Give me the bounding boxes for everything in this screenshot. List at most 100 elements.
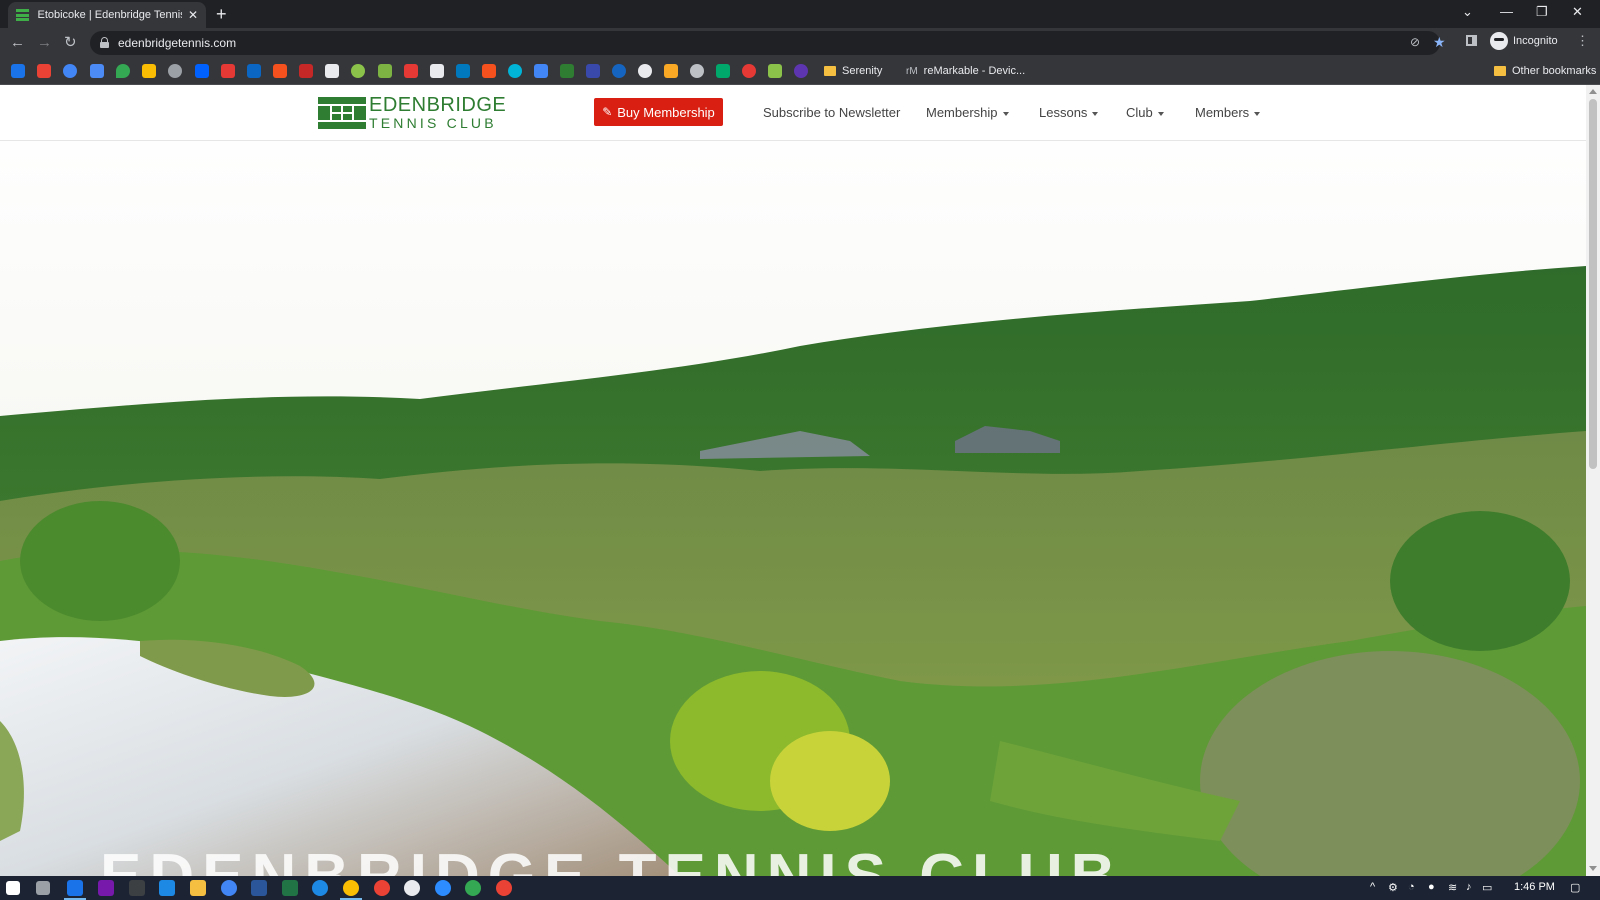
purple-bookmark-icon[interactable] — [794, 64, 808, 78]
volume-icon[interactable]: ♪ — [1466, 881, 1472, 893]
tab-search-icon[interactable]: ⌄ — [1462, 4, 1473, 20]
gmail-bookmark-icon[interactable] — [37, 64, 51, 78]
buy-membership-button[interactable]: ✎ Buy Membership — [594, 98, 723, 126]
logo-title: EDENBRIDGE — [369, 94, 507, 116]
leaf-bookmark-icon[interactable] — [742, 64, 756, 78]
chrome-taskbar-icon[interactable] — [343, 880, 359, 896]
minimize-icon[interactable]: — — [1500, 4, 1513, 19]
forward-icon[interactable]: → — [37, 34, 52, 52]
s-bookmark-icon[interactable] — [482, 64, 496, 78]
calendar-bookmark-icon[interactable] — [90, 64, 104, 78]
microphone-icon[interactable]: ● — [1428, 881, 1435, 893]
drive-bookmark-icon[interactable] — [142, 64, 156, 78]
zoom-taskbar-icon[interactable] — [435, 880, 451, 896]
trello-bookmark-icon[interactable] — [456, 64, 470, 78]
outlook-taskbar-icon[interactable] — [67, 880, 83, 896]
app-taskbar-icon[interactable] — [159, 880, 175, 896]
eye-off-icon[interactable]: ⊘ — [1410, 35, 1420, 49]
scroll-down-arrow-icon[interactable] — [1589, 866, 1597, 871]
nyt-bookmark-icon[interactable] — [690, 64, 704, 78]
url-text[interactable]: edenbridgetennis.com — [118, 36, 236, 50]
site-logo[interactable]: EDENBRIDGE TENNIS CLUB — [318, 95, 506, 130]
nav-subscribe-newsletter[interactable]: Subscribe to Newsletter — [763, 105, 900, 120]
site-navbar: EDENBRIDGE TENNIS CLUB ✎ Buy Membership … — [0, 85, 1586, 141]
scroll-up-arrow-icon[interactable] — [1589, 89, 1597, 94]
page-scrollbar[interactable] — [1586, 85, 1600, 876]
windows-start-icon[interactable] — [6, 881, 20, 895]
w-bookmark-icon[interactable] — [534, 64, 548, 78]
nav-club[interactable]: Club — [1126, 105, 1164, 120]
wifi-icon[interactable]: ≋ — [1448, 881, 1457, 894]
edge-bookmark-icon[interactable] — [63, 64, 77, 78]
notifications-icon[interactable]: ▢ — [1570, 881, 1580, 894]
folder-icon — [824, 66, 836, 76]
chrome-taskbar-icon[interactable] — [374, 880, 390, 896]
restore-icon[interactable]: ❐ — [1536, 4, 1548, 20]
t-bookmark-icon[interactable] — [768, 64, 782, 78]
chrome-taskbar-icon[interactable] — [404, 880, 420, 896]
bookmark-serenity[interactable]: Serenity — [824, 65, 882, 77]
x-bookmark-icon[interactable] — [430, 64, 444, 78]
excel-taskbar-icon[interactable] — [282, 880, 298, 896]
edit-icon: ✎ — [602, 105, 613, 119]
linkedin-bookmark-icon[interactable] — [247, 64, 261, 78]
hero-title: EDENBRIDGE TENNIS CLUB — [100, 841, 1123, 876]
battery-icon[interactable]: ▭ — [1482, 881, 1492, 894]
office-bookmark-icon[interactable] — [273, 64, 287, 78]
reload-icon[interactable]: ↻ — [64, 34, 77, 52]
chat-taskbar-icon[interactable] — [312, 880, 328, 896]
incognito-label: Incognito — [1513, 35, 1558, 47]
bookmark-star-icon[interactable]: ★ — [1433, 34, 1446, 51]
terminal-taskbar-icon[interactable] — [129, 880, 145, 896]
back-icon[interactable]: ← — [10, 34, 25, 52]
grid-bookmark-icon[interactable] — [404, 64, 418, 78]
tray-overflow-icon[interactable]: ^ — [1370, 881, 1375, 893]
scrollbar-thumb[interactable] — [1589, 99, 1597, 469]
red-bookmark-icon[interactable] — [299, 64, 313, 78]
incognito-profile-button[interactable]: Incognito — [1490, 32, 1558, 50]
address-bar[interactable]: edenbridgetennis.com ⊘ ★ — [90, 31, 1446, 55]
chrome-taskbar-icon[interactable] — [465, 880, 481, 896]
nav-lessons[interactable]: Lessons — [1039, 105, 1099, 120]
chrome-taskbar-icon[interactable] — [496, 880, 512, 896]
c-bookmark-icon[interactable] — [508, 64, 522, 78]
medium-bookmark-icon[interactable] — [638, 64, 652, 78]
task-view-icon[interactable] — [36, 881, 50, 895]
site-favicon-icon — [16, 9, 30, 21]
browser-tab[interactable]: Etobicoke | Edenbridge Tennis Club ✕ — [8, 2, 206, 28]
tc-bookmark-icon[interactable] — [716, 64, 730, 78]
bookmark-remarkable[interactable]: rM reMarkable - Devic... — [906, 65, 1025, 77]
tray-security-icon[interactable]: ◔ — [1408, 881, 1415, 893]
maps-bookmark-icon[interactable] — [116, 64, 130, 78]
taskbar-clock[interactable]: 1:46 PM — [1514, 881, 1555, 893]
b-bookmark-icon[interactable] — [351, 64, 365, 78]
close-tab-icon[interactable]: ✕ — [188, 8, 198, 22]
close-window-icon[interactable]: ✕ — [1572, 4, 1583, 20]
nav-membership[interactable]: Membership — [926, 105, 1009, 120]
chrome-taskbar-icon[interactable] — [221, 880, 237, 896]
word-taskbar-icon[interactable] — [251, 880, 267, 896]
briefcase-bookmark-icon[interactable] — [325, 64, 339, 78]
sheet-bookmark-icon[interactable] — [378, 64, 392, 78]
m-bookmark-icon[interactable] — [586, 64, 600, 78]
dropbox-bookmark-icon[interactable] — [195, 64, 209, 78]
cb-bookmark-icon[interactable] — [612, 64, 626, 78]
hero-image: EDENBRIDGE TENNIS CLUB — [0, 141, 1586, 876]
browser-menu-icon[interactable]: ⋮ — [1576, 33, 1589, 49]
td-bookmark-icon[interactable] — [560, 64, 574, 78]
note-bookmark-icon[interactable] — [664, 64, 678, 78]
caret-down-icon — [1002, 111, 1009, 116]
onenote-taskbar-icon[interactable] — [98, 880, 114, 896]
side-panel-icon[interactable] — [1466, 35, 1477, 46]
tray-app-icon[interactable]: ⚙ — [1388, 881, 1398, 894]
pocket-bookmark-icon[interactable] — [221, 64, 235, 78]
nav-members[interactable]: Members — [1195, 105, 1261, 120]
windows-taskbar: ^ ⚙ ◔ ● ≋ ♪ ▭ 1:46 PM ▢ — [0, 876, 1600, 900]
outlook-bookmark-icon[interactable] — [11, 64, 25, 78]
lock-icon[interactable] — [100, 37, 109, 48]
browser-tab-strip: Etobicoke | Edenbridge Tennis Club ✕ + ⌄… — [0, 0, 1600, 28]
apple-bookmark-icon[interactable] — [168, 64, 182, 78]
other-bookmarks[interactable]: Other bookmarks — [1494, 65, 1596, 77]
new-tab-button[interactable]: + — [216, 4, 227, 24]
file-explorer-taskbar-icon[interactable] — [190, 880, 206, 896]
